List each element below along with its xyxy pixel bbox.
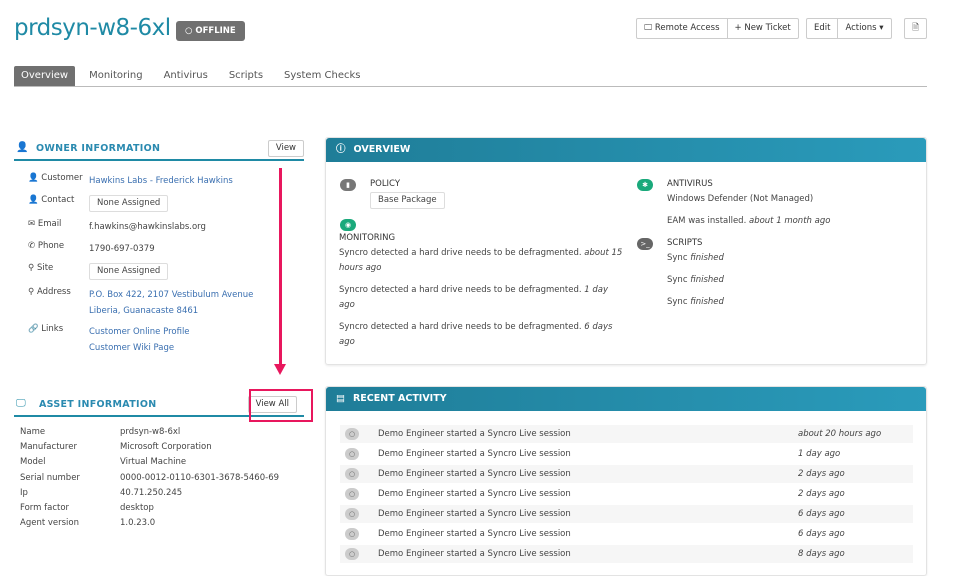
asset-label: Form factor — [20, 503, 70, 513]
owner-view-button[interactable]: View — [267, 140, 304, 157]
circle-icon: ○ — [345, 488, 359, 500]
asset-row: Model Virtual Machine — [20, 457, 186, 468]
tab-overview[interactable]: Overview — [14, 66, 76, 86]
customer-profile-link[interactable]: Customer Online Profile — [89, 327, 190, 337]
circle-icon: ○ — [345, 468, 359, 480]
asset-row: Form factor desktop — [20, 503, 154, 513]
edit-group: Edit Actions ▾ — [806, 18, 892, 39]
customer-wiki-link[interactable]: Customer Wiki Page — [89, 343, 174, 353]
asset-label: Serial number — [20, 472, 80, 483]
tab-antivirus[interactable]: Antivirus — [157, 66, 215, 86]
terminal-icon: >_ — [637, 238, 653, 250]
asset-value: Microsoft Corporation — [120, 442, 212, 453]
file-icon: 🗎 — [912, 23, 919, 33]
asset-row: Ip 40.71.250.245 — [20, 487, 182, 498]
annotation-arrowhead — [274, 364, 286, 375]
activity-row: ○ Demo Engineer started a Syncro Live ses… — [340, 465, 913, 483]
offline-icon: ○ — [185, 26, 196, 36]
tab-scripts[interactable]: Scripts — [222, 66, 270, 86]
actions-button[interactable]: Actions ▾ — [838, 19, 890, 38]
remote-access-button[interactable]: 🖵 Remote Access — [637, 19, 728, 38]
circle-icon: ○ — [345, 528, 359, 540]
asset-value: 40.71.250.245 — [120, 487, 183, 498]
circle-icon: ○ — [345, 508, 359, 520]
asset-label: Model — [20, 457, 46, 468]
activity-row: ○ Demo Engineer started a Syncro Live ses… — [340, 505, 913, 523]
asset-row: Manufacturer Microsoft Corporation — [20, 442, 212, 453]
envelope-icon: ✉ — [28, 219, 36, 229]
overview-panel: ⓘ OVERVIEW ▮ POLICY Base Package ◉ MONITOR… — [325, 137, 927, 365]
circle-icon: ○ — [345, 448, 359, 460]
user-icon: 👤 — [28, 173, 39, 183]
monitor-icon: 🖵 — [16, 398, 26, 409]
circle-icon: ○ — [345, 548, 359, 560]
map-marker-icon: ⚲ — [28, 263, 35, 273]
activity-row: ○ Demo Engineer started a Syncro Live ses… — [340, 485, 913, 503]
plus-icon: + — [734, 23, 745, 33]
activity-row: ○ Demo Engineer started a Syncro Live ses… — [340, 425, 913, 443]
remote-group: 🖵 Remote Access + New Ticket — [636, 18, 799, 39]
asset-row: Name prdsyn-w8-6xl — [20, 427, 180, 437]
owner-header: 👤 OWNER INFORMATION View — [14, 137, 304, 161]
user-icon: 👤 — [16, 142, 29, 153]
pdf-button[interactable]: 🗎 — [904, 18, 927, 39]
asset-value: desktop — [120, 503, 154, 513]
activity-row: ○ Demo Engineer started a Syncro Live ses… — [340, 445, 913, 463]
annotation-arrow — [279, 168, 282, 366]
status-badge: ○ OFFLINE — [176, 21, 245, 41]
annotation-highlight-box — [249, 389, 313, 422]
circle-icon: ○ — [345, 428, 359, 440]
new-ticket-button[interactable]: + New Ticket — [728, 19, 798, 38]
edit-button[interactable]: Edit — [807, 19, 839, 38]
scripts-section: SCRIPTS Sync finished Sync finished Sync… — [667, 238, 724, 307]
activity-icon: ▤ — [336, 393, 345, 404]
link-icon: 🔗 — [28, 324, 39, 334]
map-marker-icon: ⚲ — [28, 287, 35, 297]
tab-system-checks[interactable]: System Checks — [277, 66, 367, 86]
user-icon: 👤 — [28, 195, 39, 205]
asset-label: Manufacturer — [20, 442, 77, 453]
info-icon: ⓘ — [336, 144, 346, 155]
asset-value: prdsyn-w8-6xl — [120, 427, 181, 437]
tab-monitoring[interactable]: Monitoring — [82, 66, 149, 86]
recent-activity-panel: ▤ RECENT ACTIVITY ○ Demo Engineer started … — [325, 386, 927, 576]
asset-row: Agent version 1.0.23.0 — [20, 518, 155, 529]
asset-label: Agent version — [20, 518, 79, 529]
phone-icon: ✆ — [28, 241, 36, 251]
monitor-icon: 🖵 — [644, 23, 655, 33]
policy-icon: ▮ — [340, 179, 356, 191]
bug-icon: ✱ — [637, 179, 653, 191]
page-title: prdsyn-w8-6xl — [14, 15, 171, 41]
monitoring-section: MONITORING Syncro detected a hard drive … — [339, 233, 623, 347]
antivirus-section: ANTIVIRUS Windows Defender (Not Managed)… — [667, 179, 831, 226]
caret-down-icon: ▾ — [876, 23, 884, 33]
asset-label: Name — [20, 427, 46, 437]
activity-row: ○ Demo Engineer started a Syncro Live ses… — [340, 525, 913, 543]
asset-row: Serial number 0000-0012-0110-6301-3678-54… — [20, 472, 279, 483]
asset-value: Virtual Machine — [120, 457, 187, 468]
policy-pill[interactable]: Base Package — [370, 192, 445, 209]
asset-value: 1.0.23.0 — [120, 518, 156, 529]
asset-label: Ip — [20, 487, 28, 498]
asset-value: 0000-0012-0110-6301-3678-5460-69 — [120, 472, 280, 483]
activity-row: ○ Demo Engineer started a Syncro Live ses… — [340, 545, 913, 563]
tab-bar: Overview Monitoring Antivirus Scripts Sy… — [14, 66, 927, 87]
eye-icon: ◉ — [340, 219, 356, 231]
